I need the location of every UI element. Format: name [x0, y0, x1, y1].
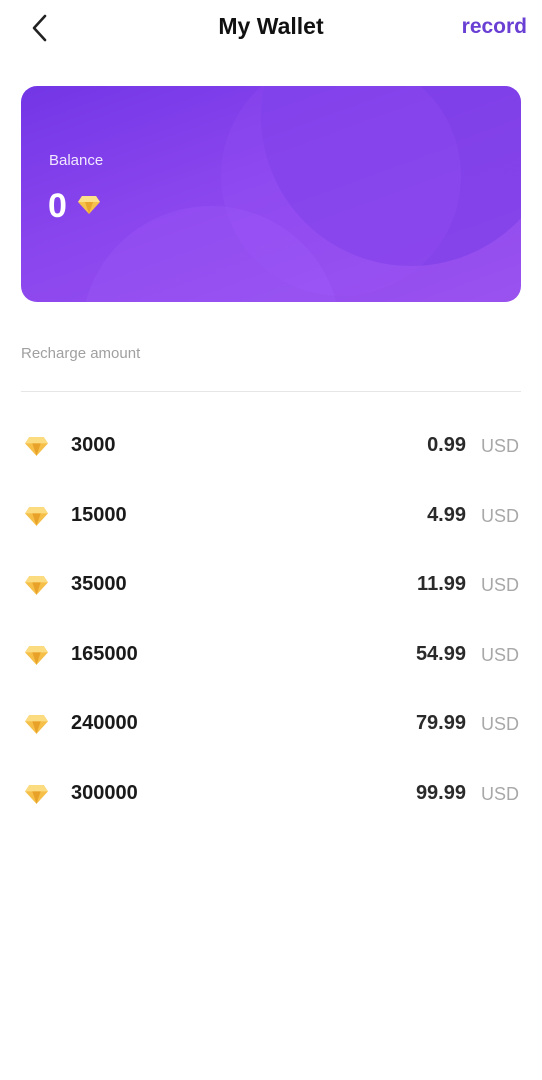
header: My Wallet record	[0, 0, 542, 58]
recharge-currency: USD	[480, 436, 519, 456]
recharge-price: 79.99	[415, 712, 466, 735]
recharge-price: 99.99	[415, 781, 466, 804]
wallet-screen: My Wallet record Balance 0 Recharge amou…	[0, 0, 542, 1080]
diamond-icon	[24, 436, 49, 462]
recharge-option[interactable]: 240000 79.99 USD	[0, 690, 542, 760]
diamond-icon	[24, 575, 49, 601]
diamond-icon	[24, 714, 49, 740]
balance-card: Balance 0	[21, 86, 521, 302]
recharge-currency: USD	[480, 783, 519, 804]
balance-label: Balance	[49, 152, 104, 169]
recharge-currency: USD	[480, 644, 519, 665]
recharge-price: 11.99	[417, 573, 466, 596]
recharge-price: 0.99	[427, 434, 466, 456]
recharge-amount: 15000	[71, 503, 127, 526]
recharge-amount: 3000	[71, 434, 116, 456]
recharge-currency: USD	[480, 505, 519, 526]
recharge-option[interactable]: 165000 54.99 USD	[0, 621, 542, 691]
diamond-icon	[77, 195, 101, 220]
recharge-list: 3000 0.99 USD 15000 4.99 USD 35000 11.99…	[0, 412, 542, 830]
recharge-section-label: Recharge amount	[21, 345, 141, 362]
recharge-currency: USD	[480, 575, 519, 596]
diamond-icon	[24, 645, 49, 671]
divider	[21, 391, 521, 392]
recharge-option[interactable]: 3000 0.99 USD	[0, 412, 542, 482]
diamond-icon	[24, 506, 49, 532]
diamond-icon	[24, 784, 49, 810]
recharge-amount: 300000	[71, 781, 138, 804]
balance-value: 0	[48, 187, 67, 225]
balance-row: 0	[48, 186, 101, 226]
recharge-currency: USD	[480, 714, 519, 735]
recharge-option[interactable]: 35000 11.99 USD	[0, 551, 542, 621]
recharge-price: 4.99	[427, 503, 466, 526]
recharge-option[interactable]: 300000 99.99 USD	[0, 760, 542, 830]
recharge-option[interactable]: 15000 4.99 USD	[0, 482, 542, 552]
record-link[interactable]: record	[462, 15, 527, 39]
recharge-amount: 165000	[71, 642, 138, 665]
recharge-amount: 35000	[71, 573, 127, 596]
recharge-amount: 240000	[71, 712, 138, 735]
recharge-price: 54.99	[415, 642, 466, 665]
